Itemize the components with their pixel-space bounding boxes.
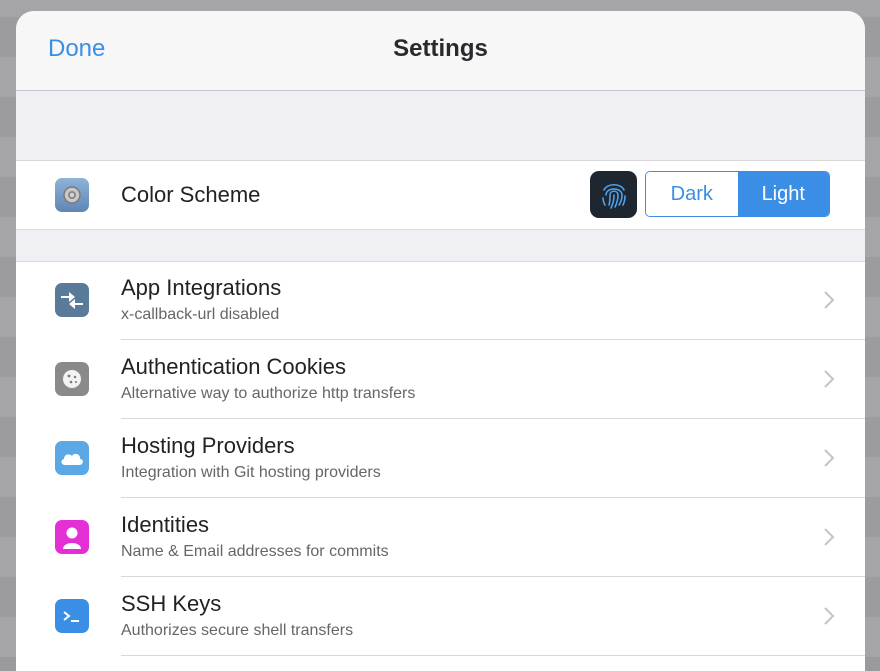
row-sublabel: Integration with Git hosting providers [121,464,381,481]
person-icon [55,520,89,554]
chevron-right-icon [824,528,835,546]
row-sublabel: Authorizes secure shell transfers [121,622,354,639]
chevron-right-icon [824,370,835,388]
row-sublabel: Alternative way to authorize http transf… [121,385,416,402]
dark-segment[interactable]: Dark [646,172,738,216]
row-label: Authentication Cookies [121,354,347,379]
row-sublabel: x-callback-url disabled [121,306,280,323]
row-separator [121,418,865,419]
list-item-identities[interactable]: Identities Name & Email addresses for co… [16,499,865,577]
row-separator [121,339,865,340]
list-item-app-integrations[interactable]: App Integrations x-callback-url disabled [16,262,865,340]
row-label: Identities [121,512,210,537]
gear-icon [55,178,89,212]
row-sublabel: Name & Email addresses for commits [121,543,389,560]
fingerprint-icon[interactable] [590,171,637,218]
navigation-bar: Done Settings [16,11,865,91]
list-item-ssh-keys[interactable]: SSH Keys Authorizes secure shell transfe… [16,578,865,656]
cloud-icon [55,441,89,475]
light-segment[interactable]: Light [737,172,829,216]
color-scheme-group: Color Scheme Dark Light [16,160,865,230]
row-label: Hosting Providers [121,433,295,458]
list-item-hosting-providers[interactable]: Hosting Providers Integration with Git h… [16,420,865,498]
chevron-right-icon [824,607,835,625]
color-scheme-segmented-control: Dark Light [645,171,830,217]
settings-sheet: Done Settings Color Scheme Dark Light Ap… [16,11,865,671]
row-separator [121,576,865,577]
arrows-icon [55,283,89,317]
settings-list: App Integrations x-callback-url disabled… [16,261,865,671]
row-separator [121,497,865,498]
chevron-right-icon [824,449,835,467]
cookie-icon [55,362,89,396]
list-item-authentication-cookies[interactable]: Authentication Cookies Alternative way t… [16,341,865,419]
row-label: App Integrations [121,275,282,300]
row-separator [121,655,865,656]
page-title: Settings [393,35,488,62]
color-scheme-label: Color Scheme [121,182,261,207]
row-label: SSH Keys [121,591,222,616]
terminal-icon [55,599,89,633]
chevron-right-icon [824,291,835,309]
